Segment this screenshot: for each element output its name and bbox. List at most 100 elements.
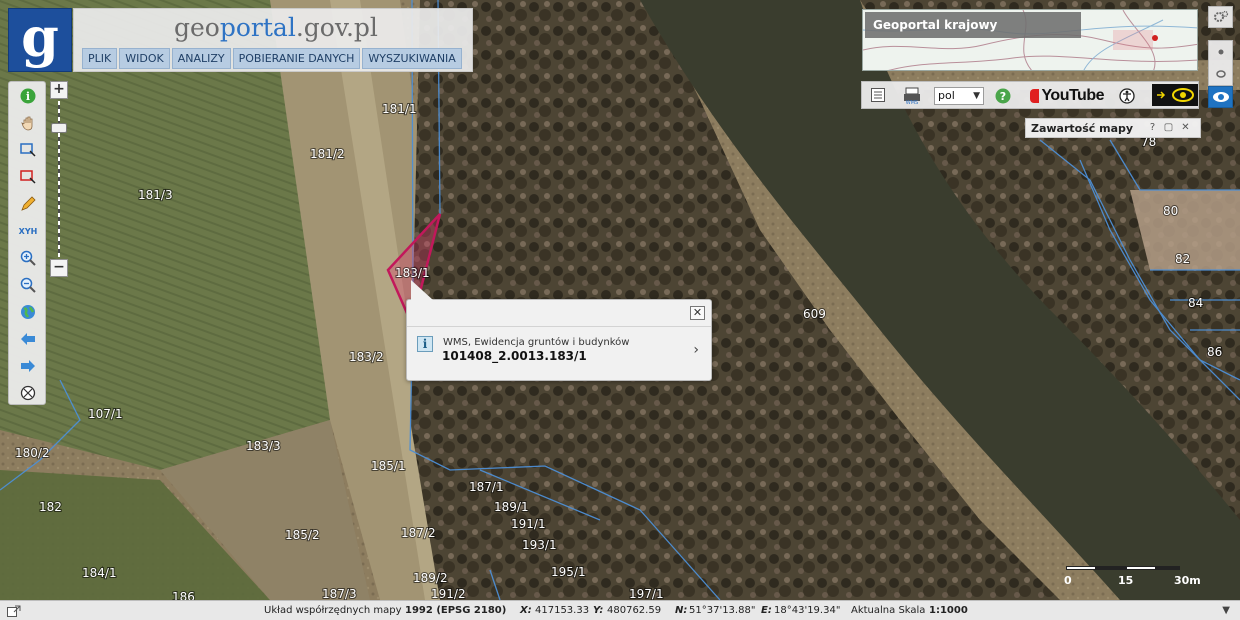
menu-plik[interactable]: PLIK bbox=[82, 48, 118, 69]
chevron-right-icon: › bbox=[693, 342, 699, 358]
legend-icon[interactable] bbox=[870, 86, 886, 104]
accessibility-icon[interactable] bbox=[1118, 87, 1136, 105]
back-arrow-icon[interactable] bbox=[18, 329, 38, 349]
panel-maximize-icon[interactable]: ▢ bbox=[1162, 122, 1175, 135]
parcel-label: 84 bbox=[1188, 296, 1203, 310]
xyh-coordinates-icon[interactable]: XYH bbox=[18, 221, 38, 241]
zoom-slider: + − bbox=[50, 81, 68, 277]
right-toolbar: WMS pol ▼ ? YouTube bbox=[861, 81, 1199, 109]
parcel-label: 86 bbox=[1207, 345, 1222, 359]
tools-panel: i XYH bbox=[8, 81, 46, 405]
parcel-label: 82 bbox=[1175, 252, 1190, 266]
parcel-label: 195/1 bbox=[551, 565, 586, 579]
map-content-title: Zawartość mapy bbox=[1031, 122, 1134, 135]
popup-close-button[interactable]: ✕ bbox=[690, 306, 705, 320]
parcel-label: 181/1 bbox=[382, 102, 417, 116]
parcel-label: 182 bbox=[39, 500, 62, 514]
scale-segment bbox=[1126, 566, 1156, 570]
pan-hand-icon[interactable] bbox=[18, 113, 38, 133]
help-icon[interactable]: ? bbox=[994, 87, 1012, 105]
parcel-label: 185/2 bbox=[285, 528, 320, 542]
popup-pointer bbox=[411, 280, 433, 300]
overview-title: Geoportal krajowy bbox=[865, 12, 1081, 38]
parcel-label: 181/2 bbox=[310, 147, 345, 161]
svg-text:i: i bbox=[26, 90, 30, 103]
clear-map-icon[interactable] bbox=[18, 383, 38, 403]
parcel-label: 189/2 bbox=[413, 571, 448, 585]
geoportal-logo[interactable]: g bbox=[8, 8, 72, 72]
info-icon: i bbox=[417, 336, 433, 352]
y-value: 480762.59 bbox=[607, 605, 662, 616]
zoom-in-button[interactable]: + bbox=[50, 81, 68, 99]
popup-result-row[interactable]: i WMS, Ewidencja gruntów i budynków 1014… bbox=[415, 334, 705, 366]
parcel-label: 186 bbox=[172, 590, 195, 600]
parcel-label: 185/1 bbox=[371, 459, 406, 473]
scale-label: 0 bbox=[1064, 574, 1072, 587]
x-label: X: bbox=[520, 605, 532, 616]
globe-full-extent-icon[interactable] bbox=[18, 302, 38, 322]
x-value: 417153.33 bbox=[535, 605, 590, 616]
parcel-label: 187/2 bbox=[401, 526, 436, 540]
status-bar: Układ współrzędnych mapy 1992 (EPSG 2180… bbox=[0, 600, 1240, 620]
dot-medium-icon bbox=[1215, 69, 1226, 78]
forward-arrow-icon[interactable] bbox=[18, 356, 38, 376]
resize-corner-icon[interactable] bbox=[7, 605, 21, 617]
parcel-label: 187/3 bbox=[322, 587, 357, 600]
side-controls bbox=[1208, 6, 1233, 108]
parcel-label: 184/1 bbox=[82, 566, 117, 580]
main-menu: PLIK WIDOK ANALIZY POBIERANIE DANYCH WYS… bbox=[82, 48, 462, 69]
crs-label: Układ współrzędnych mapy bbox=[264, 605, 402, 616]
map-content-panel-header[interactable]: Zawartość mapy ? ▢ ✕ bbox=[1025, 118, 1201, 138]
dot-small-icon bbox=[1218, 49, 1223, 54]
menu-widok[interactable]: WIDOK bbox=[119, 48, 170, 69]
panel-help-button[interactable]: ? bbox=[1146, 122, 1159, 135]
svg-text:WMS: WMS bbox=[906, 100, 918, 105]
parcel-label: 193/1 bbox=[522, 538, 557, 552]
youtube-icon bbox=[1030, 89, 1040, 103]
zoom-in-icon[interactable] bbox=[18, 248, 38, 268]
select-rectangle-icon[interactable] bbox=[18, 140, 38, 160]
menu-wyszukiwania[interactable]: WYSZUKIWANIA bbox=[362, 48, 462, 69]
crs-value: 1992 (EPSG 2180) bbox=[405, 605, 507, 616]
parcel-label: 80 bbox=[1163, 204, 1178, 218]
zoom-out-icon[interactable] bbox=[18, 275, 38, 295]
parcel-label: 181/3 bbox=[138, 188, 173, 202]
scale-label: 30m bbox=[1174, 574, 1201, 587]
parcel-label: 187/1 bbox=[469, 480, 504, 494]
zoom-out-button[interactable]: − bbox=[50, 259, 68, 277]
panel-close-icon[interactable]: ✕ bbox=[1179, 122, 1192, 135]
e-value: 18°43'19.34" bbox=[774, 605, 841, 616]
svg-text:?: ? bbox=[1000, 90, 1006, 103]
parcel-label: 107/1 bbox=[88, 407, 123, 421]
visibility-eye-icon[interactable] bbox=[1208, 86, 1233, 108]
parcel-label: 609 bbox=[803, 307, 826, 321]
parcel-label: 183/2 bbox=[349, 350, 384, 364]
expand-down-icon[interactable]: ▼ bbox=[1222, 605, 1230, 616]
scale-segment bbox=[1066, 566, 1096, 570]
popup-parcel-id: 101408_2.0013.183/1 bbox=[442, 349, 587, 363]
y-label: Y: bbox=[593, 605, 604, 616]
parcel-label: 191/1 bbox=[511, 517, 546, 531]
menu-pobieranie-danych[interactable]: POBIERANIE DANYCH bbox=[232, 48, 361, 69]
zoom-handle[interactable] bbox=[51, 123, 67, 133]
language-select[interactable]: pol ▼ bbox=[934, 87, 984, 105]
e-label: E: bbox=[761, 605, 772, 616]
parcel-label: 183/1 bbox=[395, 266, 430, 280]
overview-map[interactable]: Geoportal krajowy bbox=[862, 9, 1198, 71]
scale-bar: 0 15 30m bbox=[1064, 566, 1201, 596]
youtube-link[interactable]: YouTube bbox=[1030, 86, 1104, 106]
n-label: N: bbox=[675, 605, 688, 616]
print-wms-icon[interactable]: WMS bbox=[902, 86, 922, 106]
popup-header: ✕ bbox=[407, 300, 711, 327]
settings-gear-icon[interactable] bbox=[1208, 6, 1233, 28]
deselect-rectangle-icon[interactable] bbox=[18, 167, 38, 187]
site-title: geoportal.gov.pl bbox=[174, 13, 378, 42]
menu-analizy[interactable]: ANALIZY bbox=[171, 48, 231, 69]
layer-slider[interactable] bbox=[1208, 40, 1233, 86]
pencil-icon[interactable] bbox=[18, 194, 38, 214]
scale-label: 15 bbox=[1118, 574, 1134, 587]
feature-info-popup: ✕ i WMS, Ewidencja gruntów i budynków 10… bbox=[406, 280, 712, 381]
info-tool-icon[interactable]: i bbox=[18, 86, 38, 106]
high-contrast-toggle[interactable] bbox=[1152, 84, 1198, 106]
popup-layer-name: WMS, Ewidencja gruntów i budynków bbox=[443, 337, 630, 348]
